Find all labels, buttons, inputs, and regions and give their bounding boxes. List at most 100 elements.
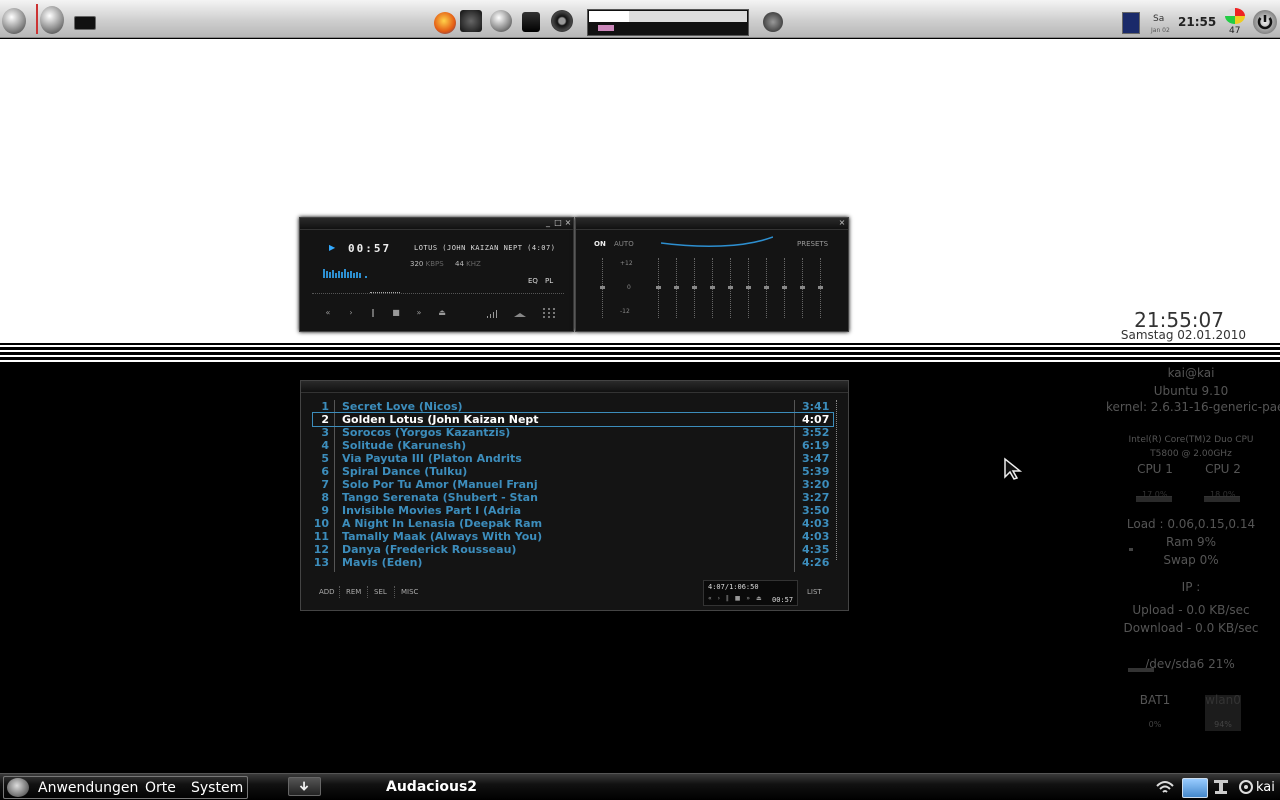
terminal-icon[interactable] [74, 16, 96, 30]
playlist-row[interactable]: 9 Invisible Movies Part I (Adria 3:50 [313, 504, 833, 517]
places-menu[interactable]: Orte [145, 780, 176, 796]
eq-band-slider[interactable] [674, 258, 679, 318]
play-button[interactable]: › [345, 308, 357, 317]
playlist-row[interactable]: 4 Solitude (Karunesh) 6:19 [313, 439, 833, 452]
track-number: 10 [313, 517, 329, 530]
camera-icon[interactable] [460, 10, 482, 32]
list-menu-button[interactable]: LIST [807, 588, 822, 596]
mini-player[interactable]: 4:07/1:06:50 « › ‖ ■ » ⏏ 00:57 [703, 580, 798, 606]
equalizer-window[interactable]: × ON AUTO PRESETS +12 0 -12 [575, 217, 849, 332]
samplerate-unit: KHZ [466, 260, 481, 268]
panel-clock[interactable]: 21:55 [1178, 15, 1216, 29]
stop-button[interactable]: ■ [390, 308, 402, 317]
network-icon[interactable] [1212, 778, 1232, 796]
playlist-row[interactable]: 2 Golden Lotus (John Kaizan Nept 4:07 [312, 412, 834, 427]
date-day[interactable]: Sa [1153, 15, 1164, 24]
user-name[interactable]: kai [1256, 780, 1275, 795]
network-monitor-icon[interactable] [1225, 8, 1245, 24]
spectrum-visualizer[interactable] [323, 266, 375, 278]
song-title-ticker[interactable]: LOTUS (JOHN KAIZAN NEPT (4:07) [414, 244, 564, 252]
gnome-foot-icon[interactable] [7, 778, 29, 797]
user-switcher-icon[interactable] [1236, 778, 1256, 796]
shade-button[interactable]: □ [554, 219, 562, 227]
gnome-foot-icon[interactable] [40, 6, 64, 34]
eq-titlebar[interactable]: × [576, 218, 848, 230]
workspace-1[interactable] [589, 11, 629, 22]
track-number: 13 [313, 556, 329, 569]
elapsed-time[interactable]: 00:57 [348, 242, 391, 255]
misc-button[interactable]: MISC [401, 588, 418, 596]
select-button[interactable]: SEL [374, 588, 387, 596]
eq-band-slider[interactable] [710, 258, 715, 318]
remove-button[interactable]: REM [346, 588, 361, 596]
pause-button[interactable]: ‖ [367, 308, 379, 317]
playlist-row[interactable]: 8 Tango Serenata (Shubert - Stan 3:27 [313, 491, 833, 504]
seek-bar[interactable] [312, 292, 564, 295]
workspace-2[interactable] [629, 11, 747, 22]
minimize-button[interactable]: _ [544, 219, 552, 227]
music-icon[interactable] [551, 10, 573, 32]
speaker-icon[interactable] [763, 12, 783, 32]
balance-icon[interactable] [514, 311, 526, 318]
eq-band-slider[interactable] [800, 258, 805, 318]
playlist-row[interactable]: 3 Sorocos (Yorgos Kazantzis) 3:52 [313, 426, 833, 439]
seek-knob[interactable] [370, 292, 400, 295]
audacious-main-window[interactable]: _ □ × ▶ 00:57 LOTUS (JOHN KAIZAN NEPT (4… [299, 217, 574, 332]
eject-button[interactable]: ⏏ [436, 308, 448, 317]
playlist-row[interactable]: 6 Spiral Dance (Tulku) 5:39 [313, 465, 833, 478]
trash-icon[interactable] [2, 8, 26, 34]
playlist-row[interactable]: 7 Solo Por Tu Amor (Manuel Franj 3:20 [313, 478, 833, 491]
main-titlebar[interactable]: _ □ × [300, 218, 573, 230]
drive-icon[interactable] [522, 12, 540, 32]
conky-download: Download - 0.0 KB/sec [1123, 621, 1259, 635]
eq-band-slider[interactable] [656, 258, 661, 318]
wifi-icon[interactable] [1155, 778, 1175, 796]
close-button[interactable]: × [564, 219, 572, 227]
eq-presets-button[interactable]: PRESETS [797, 240, 828, 248]
playlist-row[interactable]: 12 Danya (Frederick Rousseau) 4:35 [313, 543, 833, 556]
eq-band-slider[interactable] [746, 258, 751, 318]
eq-band-slider[interactable] [782, 258, 787, 318]
conky-ram: Ram 9% [1166, 535, 1216, 549]
menu-separator [394, 586, 395, 598]
playlist-list[interactable]: 1 Secret Love (Nicos) 3:41 2 Golden Lotus (J… [312, 400, 834, 572]
playlist-toggle-button[interactable]: PL [545, 277, 553, 285]
eq-toggle-button[interactable]: EQ [528, 277, 538, 285]
eq-preamp-slider[interactable] [600, 258, 605, 318]
playlist-row[interactable]: 5 Via Payuta III (Platon Andrits 3:47 [313, 452, 833, 465]
volume-icon[interactable] [487, 310, 499, 318]
eq-band-slider[interactable] [728, 258, 733, 318]
playlist-window[interactable]: 1 Secret Love (Nicos) 3:41 2 Golden Lotus (J… [300, 380, 849, 611]
web-icon[interactable] [490, 10, 512, 32]
mini-controls[interactable]: « › ‖ ■ » ⏏ [708, 595, 764, 602]
eq-band-slider[interactable] [764, 258, 769, 318]
next-button[interactable]: » [413, 308, 425, 317]
notification-icon[interactable] [1182, 778, 1208, 798]
workspace-switcher[interactable] [587, 9, 749, 36]
applications-menu[interactable]: Anwendungen [38, 780, 138, 796]
add-button[interactable]: ADD [319, 588, 335, 596]
eq-band-slider[interactable] [818, 258, 823, 318]
eq-close-button[interactable]: × [838, 219, 846, 227]
track-title: Mavis (Eden) [342, 556, 423, 569]
playlist-row[interactable]: 13 Mavis (Eden) 4:26 [313, 556, 833, 569]
playlist-row[interactable]: 10 A Night In Lenasia (Deepak Ram 4:03 [313, 517, 833, 530]
playlist-row[interactable]: 11 Tamally Maak (Always With You) 4:03 [313, 530, 833, 543]
track-duration: 4:26 [802, 556, 830, 569]
firefox-icon[interactable] [434, 12, 456, 34]
track-title: Secret Love (Nicos) [342, 400, 463, 413]
power-icon[interactable] [1253, 10, 1277, 34]
system-menu[interactable]: System [191, 780, 243, 796]
menu-grid-icon[interactable] [543, 308, 555, 318]
playlist-row[interactable]: 1 Secret Love (Nicos) 3:41 [313, 400, 833, 413]
previous-button[interactable]: « [322, 308, 334, 317]
eq-on-toggle[interactable]: ON [594, 240, 606, 248]
show-desktop-button[interactable] [288, 777, 321, 796]
eq-band-slider[interactable] [692, 258, 697, 318]
playlist-titlebar[interactable] [301, 381, 848, 393]
weather-icon[interactable] [1122, 12, 1140, 34]
track-title: Golden Lotus (John Kaizan Nept [342, 413, 539, 426]
playlist-scrollbar[interactable] [836, 400, 837, 560]
taskbar-audacious[interactable]: Audacious2 [386, 779, 477, 795]
eq-auto-toggle[interactable]: AUTO [614, 240, 634, 248]
